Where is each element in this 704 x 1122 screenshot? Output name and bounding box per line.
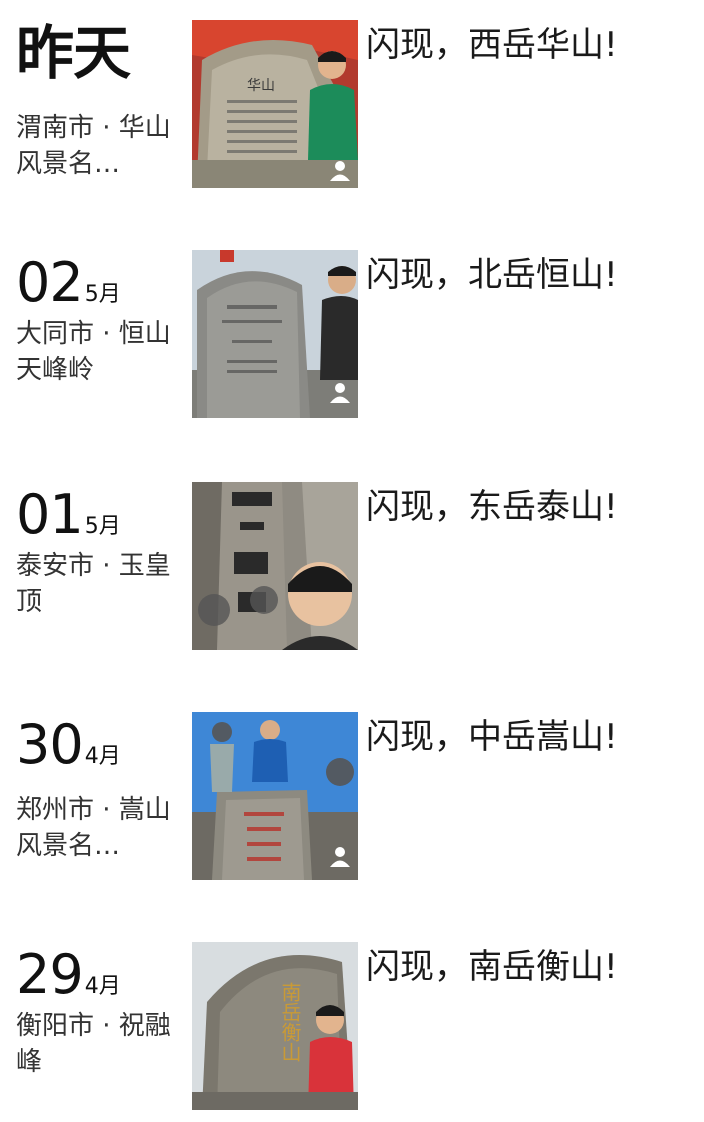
date-text: 昨天: [16, 19, 131, 87]
person-icon: [330, 383, 350, 403]
timeline-entry[interactable]: 304月 郑州市 · 嵩山风景名… 闪现，中岳嵩山!: [0, 712, 704, 892]
date-label: 304月: [16, 712, 121, 778]
caption-text: 闪现，西岳华山!: [366, 25, 618, 65]
photo-thumbnail[interactable]: [192, 250, 358, 418]
date-label: 015月: [16, 482, 121, 548]
location-text: 泰安市 · 玉皇顶: [16, 551, 171, 617]
caption-text: 闪现，北岳恒山!: [366, 255, 618, 295]
month-label: 4月: [84, 974, 121, 999]
photo-thumbnail[interactable]: 南岳衡山: [192, 942, 358, 1110]
caption-text: 闪现，东岳泰山!: [366, 487, 618, 527]
person-icon: [330, 847, 350, 867]
photo-thumbnail[interactable]: [192, 482, 358, 650]
timeline-entry[interactable]: 294月 衡阳市 · 祝融峰 南岳衡山 闪现，南岳衡山!: [0, 942, 704, 1122]
location-text: 衡阳市 · 祝融峰: [16, 1011, 171, 1077]
date-label: 025月: [16, 250, 121, 316]
timeline-entry[interactable]: 015月 泰安市 · 玉皇顶 闪现，东岳泰山!: [0, 482, 704, 662]
caption-text: 闪现，南岳衡山!: [366, 947, 618, 987]
day-number: 01: [16, 483, 84, 546]
month-label: 5月: [84, 282, 121, 307]
date-label: 294月: [16, 942, 121, 1008]
day-number: 30: [16, 713, 84, 776]
photo-thumbnail[interactable]: [192, 712, 358, 880]
month-label: 5月: [84, 514, 121, 539]
caption-text: 闪现，中岳嵩山!: [366, 717, 618, 757]
stone-text: 华山: [247, 78, 275, 94]
location-text: 渭南市 · 华山风景名…: [16, 113, 171, 179]
timeline-entry[interactable]: 025月 大同市 · 恒山天峰岭 闪现，北岳恒山!: [0, 250, 704, 430]
stone-text: 南岳衡山: [278, 982, 302, 1062]
day-number: 29: [16, 943, 84, 1006]
photo-thumbnail[interactable]: 华山: [192, 20, 358, 188]
timeline-entry[interactable]: 昨天 渭南市 · 华山风景名… 华山 闪现，西岳华山!: [0, 20, 704, 200]
day-number: 02: [16, 251, 84, 314]
date-label: 昨天: [16, 19, 131, 87]
location-text: 大同市 · 恒山天峰岭: [16, 319, 171, 385]
location-text: 郑州市 · 嵩山风景名…: [16, 795, 171, 861]
month-label: 4月: [84, 744, 121, 769]
person-icon: [330, 161, 350, 181]
